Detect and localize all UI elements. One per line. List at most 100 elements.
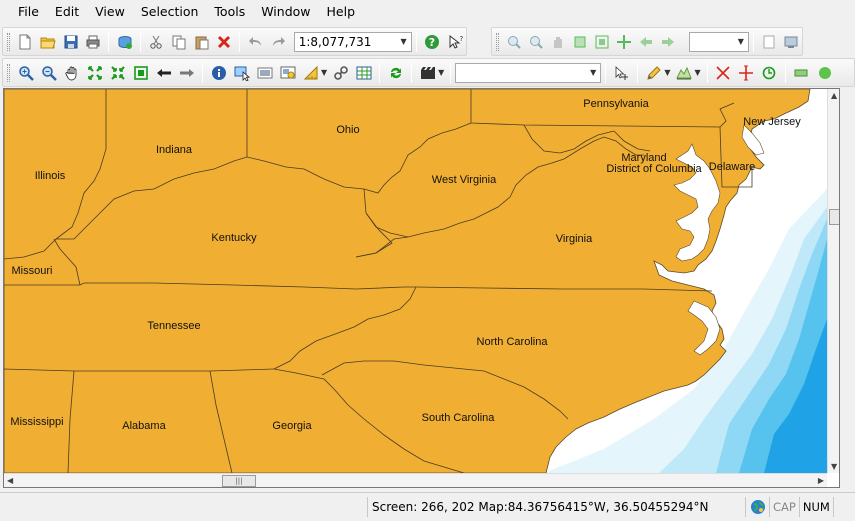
attributes-icon[interactable] [791,62,812,83]
label-virginia: Virginia [556,233,593,245]
cut-polygon-icon[interactable] [713,62,734,83]
vertical-scroll-thumb[interactable] [829,209,839,225]
hyperlink-icon[interactable] [254,62,275,83]
zoom-in-fixed-icon[interactable] [504,31,524,52]
scroll-down-icon[interactable]: ▼ [831,462,837,471]
chevron-down-icon[interactable]: ▼ [694,68,700,77]
menu-selection[interactable]: Selection [133,1,207,23]
print-icon[interactable] [83,31,104,52]
map-scale-value: 1:8,077,731 [298,34,372,49]
whats-this-icon[interactable]: ? [444,31,465,52]
zoom-out-fixed-icon[interactable] [526,31,546,52]
toolbar-grip[interactable] [7,32,10,51]
forward-icon[interactable] [176,62,197,83]
map-view[interactable]: Pennsylvania Ohio New Jersey Indiana Ill… [3,88,840,488]
edit-tool-icon[interactable] [611,62,632,83]
forward-extent-icon[interactable] [658,31,678,52]
label-kentucky: Kentucky [211,232,257,244]
label-delaware: Delaware [709,161,755,173]
pan-hand-icon[interactable] [548,31,568,52]
redo-icon[interactable] [268,31,289,52]
add-data-icon[interactable] [114,31,135,52]
label-georgia: Georgia [272,420,312,432]
label-tennessee: Tennessee [147,320,200,332]
horizontal-scroll-thumb[interactable]: ||| [222,475,256,487]
map-scale-combo[interactable]: 1:8,077,731 ▼ [293,31,412,52]
zoom-in-icon[interactable] [15,62,36,83]
vertical-scrollbar[interactable]: ▲ ▼ [827,89,839,473]
toolbar-separator [450,62,452,83]
save-icon[interactable] [60,31,81,52]
layout-view-icon[interactable] [781,31,801,52]
scroll-right-icon[interactable]: ▶ [818,476,824,485]
circle-icon[interactable] [814,62,835,83]
status-message-pane [0,497,368,517]
navigation-toolbar: ▼ [491,27,803,56]
zoom-level-combo[interactable]: ▼ [689,31,749,52]
table-icon[interactable] [353,62,374,83]
label-illinois: Illinois [35,170,66,182]
chevron-down-icon: ▼ [400,37,407,46]
toolbar-separator [706,62,708,83]
sketch-pencil-icon[interactable] [643,62,664,83]
html-popup-icon[interactable] [277,62,298,83]
menu-edit[interactable]: Edit [47,1,87,23]
scroll-up-icon[interactable]: ▲ [831,91,837,100]
identify-icon[interactable] [208,62,229,83]
num-lock-indicator: NUM [800,497,834,517]
layout-page-icon[interactable] [759,31,779,52]
measure-icon[interactable] [300,62,321,83]
toolbar-grip[interactable] [7,63,10,82]
menu-view[interactable]: View [87,1,133,23]
status-bar: Screen: 266, 202 Map:84.36756415°W, 36.5… [0,492,855,521]
label-missouri: Missouri [12,265,53,277]
back-icon[interactable] [153,62,174,83]
open-folder-icon[interactable] [38,31,59,52]
cut-icon[interactable] [146,31,167,52]
construct-icon[interactable] [673,62,694,83]
new-document-icon[interactable] [15,31,36,52]
toolbar-separator [202,62,203,83]
connect-icon[interactable] [330,62,351,83]
menu-file[interactable]: File [10,1,47,23]
select-features-icon[interactable] [231,62,252,83]
delete-icon[interactable] [214,31,235,52]
menu-bar: File Edit View Selection Tools Window He… [0,0,855,24]
zoom-to-layer-icon[interactable] [592,31,612,52]
back-extent-icon[interactable] [636,31,656,52]
split-icon[interactable] [736,62,757,83]
movie-icon[interactable] [417,62,438,83]
toolbar-grip[interactable] [496,32,499,51]
paste-icon[interactable] [191,31,212,52]
chevron-down-icon: ▼ [737,37,744,46]
label-north-carolina: North Carolina [477,336,549,348]
chevron-down-icon: ▼ [590,68,597,77]
undo-icon[interactable] [245,31,266,52]
copy-icon[interactable] [169,31,190,52]
help-icon[interactable]: ? [422,31,443,52]
center-icon[interactable] [614,31,634,52]
horizontal-scrollbar[interactable]: ◀ ||| ▶ [4,473,827,487]
chevron-down-icon[interactable]: ▼ [438,68,444,77]
map-canvas[interactable]: Pennsylvania Ohio New Jersey Indiana Ill… [4,89,827,473]
scroll-left-icon[interactable]: ◀ [7,476,13,485]
pan-icon[interactable] [61,62,82,83]
refresh-icon[interactable] [385,62,406,83]
chevron-down-icon[interactable]: ▼ [664,68,670,77]
zoom-out-icon[interactable] [38,62,59,83]
label-ohio: Ohio [336,124,359,136]
fixed-zoom-in-icon[interactable] [84,62,105,83]
fixed-zoom-out-icon[interactable] [107,62,128,83]
rotate-icon[interactable] [759,62,780,83]
menu-window[interactable]: Window [253,1,318,23]
menu-help[interactable]: Help [319,1,364,23]
chevron-down-icon[interactable]: ▼ [321,68,327,77]
target-layer-combo[interactable]: ▼ [455,62,602,83]
toolbar-separator [637,62,639,83]
status-coordinates: Screen: 266, 202 Map:84.36756415°W, 36.5… [368,497,746,517]
full-extent-icon[interactable] [130,62,151,83]
full-extent-icon[interactable] [570,31,590,52]
menu-tools[interactable]: Tools [206,1,253,23]
globe-icon[interactable] [746,497,770,517]
toolbar-separator [411,62,413,83]
